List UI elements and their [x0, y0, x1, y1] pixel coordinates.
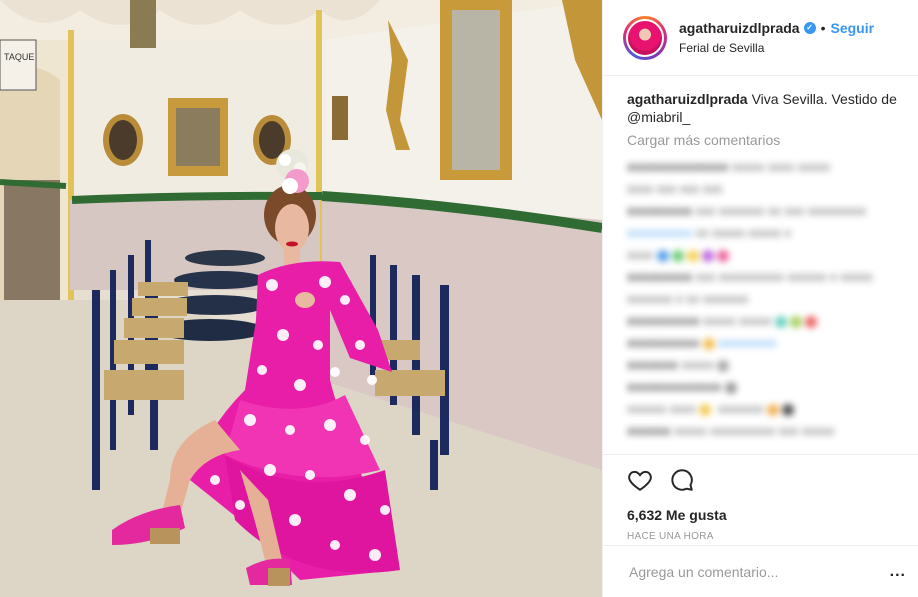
blurred-comment: xxxxxxx x xx xxxxxxx: [627, 291, 749, 306]
add-comment-bar: ...: [603, 545, 918, 597]
blurred-comment: xxxxxxx xxxxx: [627, 354, 902, 376]
blurred-comment: xxxxxxxxx xxx xxxxxxx xx xxx xxxxxxxxx: [627, 203, 867, 218]
post-actions: 6,632 Me gusta HACE UNA HORA: [603, 454, 918, 542]
post-sidebar: agatharuizdlprada ✓ • Seguir Ferial de S…: [602, 0, 918, 597]
sign-text-1: TAQUE: [4, 52, 34, 62]
blurred-comment: xxxxxx xxxx xxxxxxx: [627, 398, 902, 420]
separator-dot: •: [820, 19, 826, 36]
action-icons: [627, 465, 902, 495]
blurred-comment: xxxxxxxxxx xxxxx xxxxx: [627, 310, 902, 332]
post-photo[interactable]: TAQUE: [0, 0, 602, 597]
post-timestamp[interactable]: HACE UNA HORA: [627, 531, 902, 542]
post-header: agatharuizdlprada ✓ • Seguir Ferial de S…: [603, 0, 918, 76]
verified-badge-icon: ✓: [803, 21, 816, 34]
blurred-comments: xxxxxxxxxxxxxx xxxxx xxxx xxxxx xxxx xxx…: [627, 156, 902, 442]
load-more-comments-button[interactable]: Cargar más comentarios: [627, 132, 902, 148]
blurred-comment: xxxxxxxxxx xx xxxxx xxxxx x: [627, 225, 791, 240]
header-top-line: agatharuizdlprada ✓ • Seguir: [679, 19, 874, 37]
comments-area: agatharuizdlprada Viva Sevilla. Vestido d…: [603, 76, 918, 454]
follow-button[interactable]: Seguir: [831, 19, 875, 37]
caption-username[interactable]: agatharuizdlprada: [627, 91, 748, 107]
blurred-comment: xxxxxxxxxxxxxx xxxxx xxxx xxxxx: [627, 159, 831, 174]
blurred-comment: xxxx xxx xxx xxx: [627, 181, 723, 196]
comment-input[interactable]: [627, 562, 890, 581]
blurred-comment: xxxxxx xxxxx xxxxxxxxxx xxx xxxxx: [627, 423, 835, 438]
post-caption: agatharuizdlprada Viva Sevilla. Vestido d…: [627, 90, 902, 126]
avatar[interactable]: [626, 18, 664, 57]
blurred-comment: xxxxxxxxxx xxxxxxxxx: [627, 335, 777, 350]
avatar-ring[interactable]: [623, 15, 667, 60]
blurred-comment: xxxx: [627, 244, 902, 266]
heart-icon[interactable]: [627, 467, 653, 493]
flamenco-photo-illustration: TAQUE: [0, 0, 602, 597]
header-username[interactable]: agatharuizdlprada: [679, 19, 800, 37]
blurred-comment: xxxxxxxxxxxxx: [627, 376, 902, 398]
likes-count[interactable]: 6,632 Me gusta: [627, 507, 902, 523]
more-options-icon[interactable]: ...: [890, 563, 906, 581]
location-link[interactable]: Ferial de Sevilla: [679, 39, 874, 57]
blurred-comment: xxxxxxxxx xxx xxxxxxxxxx xxxxxx x xxxxx: [627, 269, 873, 284]
comment-icon[interactable]: [669, 467, 695, 493]
header-text: agatharuizdlprada ✓ • Seguir Ferial de S…: [679, 19, 874, 57]
instagram-post: TAQUE agatharuizdlprada ✓ • Seguir Feria…: [0, 0, 918, 597]
